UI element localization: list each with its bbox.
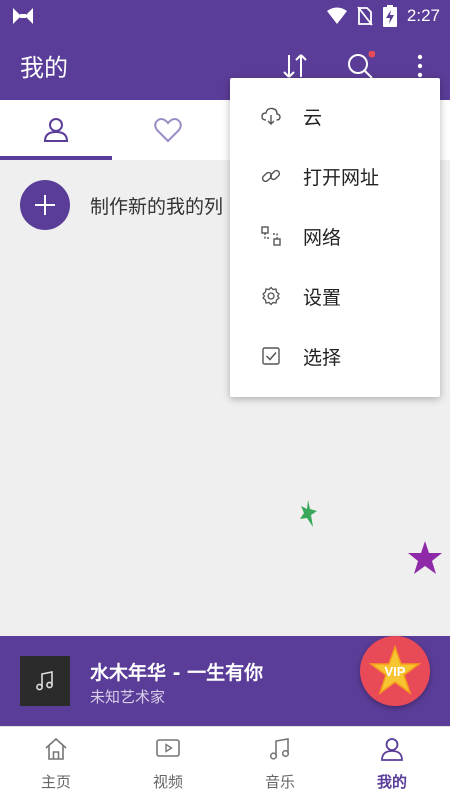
now-playing-title: 水木年华 - 一生有你 (90, 662, 264, 684)
status-time: 2:27 (406, 6, 440, 25)
network-icon (261, 226, 281, 246)
heart-icon (154, 118, 182, 143)
nav-item-home[interactable]: 主页 (0, 727, 112, 800)
search-icon (348, 51, 375, 79)
no-sim-icon (357, 6, 373, 26)
green-star-icon (300, 500, 317, 527)
menu-item-settings[interactable]: 设置 (230, 266, 440, 326)
vip-button[interactable]: VIP (360, 636, 430, 706)
vip-label: VIP (384, 664, 406, 679)
menu-item-label: 网络 (303, 226, 342, 249)
nav-label: 音乐 (264, 773, 295, 791)
menu-item-network[interactable]: 网络 (230, 206, 440, 266)
music-note-icon (268, 737, 292, 761)
page-title: 我的 (20, 54, 68, 82)
bottom-navigation: 主页 视频 音乐 我的 (0, 726, 450, 800)
app-logo-icon (13, 8, 33, 24)
plus-icon (35, 195, 55, 215)
create-playlist-button[interactable] (20, 180, 70, 230)
video-icon (156, 737, 180, 761)
nav-item-mine[interactable]: 我的 (336, 727, 448, 800)
person-icon (380, 737, 404, 761)
menu-item-label: 设置 (303, 286, 342, 309)
notification-dot-icon (368, 51, 375, 58)
status-bar: 2:27 (0, 0, 450, 32)
create-playlist-row[interactable]: 制作新的我的列 (20, 180, 223, 230)
album-art[interactable] (20, 656, 70, 706)
menu-item-label: 打开网址 (303, 166, 380, 189)
person-icon (43, 118, 69, 142)
nav-item-music[interactable]: 音乐 (224, 727, 336, 800)
nav-item-video[interactable]: 视频 (112, 727, 224, 800)
nav-label: 我的 (376, 773, 407, 791)
cloud-icon (261, 106, 281, 126)
menu-item-select[interactable]: 选择 (230, 326, 440, 386)
battery-charging-icon (382, 5, 397, 27)
tab-active-indicator (0, 156, 112, 160)
more-vert-icon (417, 54, 423, 78)
tab-favorites[interactable] (112, 100, 224, 160)
menu-item-label: 选择 (303, 346, 342, 369)
menu-item-cloud[interactable]: 云 (230, 86, 440, 146)
purple-star-icon (408, 541, 442, 574)
nav-label: 视频 (152, 773, 183, 791)
menu-item-open-url[interactable]: 打开网址 (230, 146, 440, 206)
checkbox-icon (261, 346, 281, 366)
nav-label: 主页 (40, 773, 71, 791)
music-note-icon (36, 671, 53, 691)
home-icon (44, 737, 68, 761)
settings-icon (261, 286, 281, 306)
menu-item-label: 云 (303, 106, 323, 129)
overflow-menu: 云 打开网址 网络 设置 选择 (230, 78, 440, 397)
now-playing-artist: 未知艺术家 (90, 688, 166, 706)
sort-icon (283, 54, 307, 78)
link-icon (261, 166, 281, 186)
wifi-icon (326, 7, 347, 24)
create-playlist-label: 制作新的我的列 (90, 195, 224, 218)
tab-my-profile[interactable] (0, 100, 112, 160)
